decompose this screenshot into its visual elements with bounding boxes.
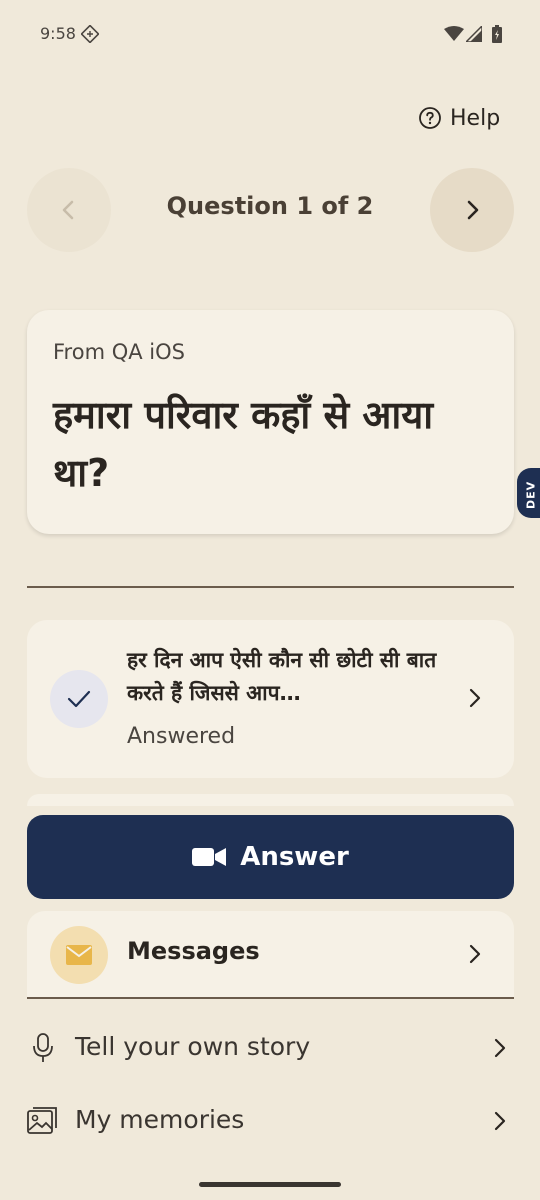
home-indicator[interactable] xyxy=(199,1182,341,1187)
my-memories-label: My memories xyxy=(75,1105,245,1134)
next-list-item-peek xyxy=(27,794,514,806)
answered-check-badge xyxy=(50,670,108,728)
status-time: 9:58 xyxy=(40,24,76,43)
next-question-button[interactable] xyxy=(430,168,514,252)
mail-icon xyxy=(66,945,92,965)
tell-your-story-item[interactable]: Tell your own story xyxy=(27,1018,514,1078)
question-card: From QA iOS हमारा परिवार कहाँ से आया था? xyxy=(27,310,514,534)
wifi-icon xyxy=(444,26,464,41)
answered-question-item[interactable]: हर दिन आप ऐसी कौन सी छोटी सी बात करते है… xyxy=(27,620,514,778)
chevron-right-icon xyxy=(494,1038,506,1058)
chevron-right-icon xyxy=(469,688,481,708)
signal-icon xyxy=(466,26,482,42)
dev-badge-label: DEV xyxy=(524,480,538,510)
answer-button[interactable]: Answer xyxy=(27,815,514,899)
photo-gallery-icon xyxy=(27,1107,57,1134)
video-camera-icon xyxy=(192,848,227,866)
answered-status: Answered xyxy=(127,724,236,749)
messages-label: Messages xyxy=(127,937,260,965)
chevron-right-icon xyxy=(494,1111,506,1131)
divider xyxy=(27,997,514,999)
check-icon xyxy=(67,690,91,708)
answer-label: Answer xyxy=(240,842,349,872)
help-icon xyxy=(419,107,441,129)
nfc-icon xyxy=(81,25,99,43)
chevron-right-icon xyxy=(467,200,479,220)
chevron-left-icon xyxy=(62,200,74,220)
my-memories-item[interactable]: My memories xyxy=(27,1091,514,1151)
question-counter: Question 1 of 2 xyxy=(166,192,374,220)
microphone-icon xyxy=(33,1033,53,1062)
divider xyxy=(27,586,514,588)
question-source: From QA iOS xyxy=(53,340,185,364)
chevron-right-icon xyxy=(469,944,481,964)
tell-your-story-label: Tell your own story xyxy=(75,1032,311,1061)
previous-question-button[interactable] xyxy=(27,168,111,252)
mail-badge xyxy=(50,926,108,984)
help-button[interactable]: Help xyxy=(418,100,500,136)
help-label: Help xyxy=(450,105,501,131)
messages-item[interactable]: Messages xyxy=(27,911,514,997)
question-text: हमारा परिवार कहाँ से आया था? xyxy=(53,393,434,495)
status-bar: 9:58 xyxy=(0,0,540,68)
answered-question-text: हर दिन आप ऐसी कौन सी छोटी सी बात करते है… xyxy=(127,648,437,705)
battery-icon xyxy=(492,25,502,43)
